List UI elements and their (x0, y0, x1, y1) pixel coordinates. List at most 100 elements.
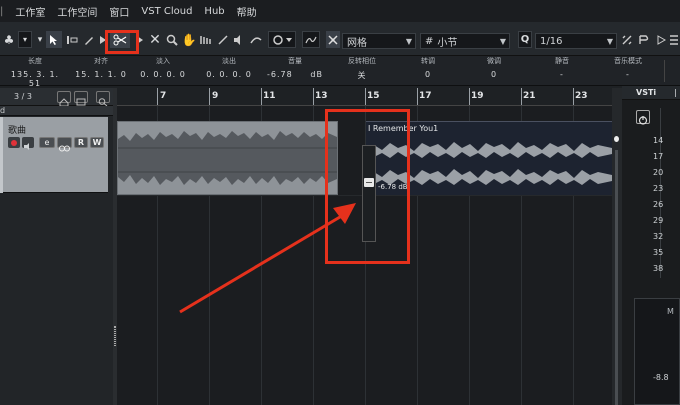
vertical-scrollbar[interactable] (612, 88, 622, 405)
divider (664, 60, 665, 82)
info-fade-in[interactable]: 淡入 0. 0. 0. 0 (132, 56, 194, 79)
spade-icon[interactable]: ♣ (2, 31, 16, 48)
menu-fragment: | (0, 5, 4, 17)
draw-tool-icon[interactable] (82, 31, 96, 48)
menu-hub[interactable]: Hub (204, 6, 224, 17)
info-label: 淡出 (222, 57, 236, 65)
quantize-apply-icon[interactable] (620, 31, 634, 48)
info-value[interactable]: 0. 0. 0. 0 (132, 70, 194, 79)
info-label: 音乐模式 (614, 57, 642, 65)
info-mute[interactable]: 静音 - (534, 56, 590, 79)
speaker-icon[interactable] (232, 31, 246, 48)
record-icon (11, 139, 17, 146)
volume-value: -6.78 (267, 70, 293, 79)
snap-toggle-icon[interactable] (326, 31, 340, 48)
ruler-label: 23 (575, 91, 588, 101)
toolbar-dropdown[interactable]: ▾ (18, 31, 32, 48)
chevron-down-icon: ▼ (499, 37, 506, 46)
color-menu-icon[interactable] (268, 31, 296, 48)
info-value[interactable]: -6.78 dB (264, 70, 326, 79)
info-finetune[interactable]: 微调 0 (466, 56, 522, 79)
link-icon[interactable] (57, 137, 72, 152)
ruler-label: 7 (160, 91, 167, 101)
info-value[interactable]: - (534, 70, 590, 79)
search-icon[interactable] (96, 91, 110, 107)
scroll-indicator[interactable] (614, 136, 619, 142)
instrument-panel: M -8.8 (634, 298, 680, 405)
info-phase[interactable]: 反转相位 关 (334, 56, 390, 81)
resize-handle[interactable] (114, 326, 116, 346)
record-enable-button[interactable] (8, 137, 20, 148)
info-snap[interactable]: 对齐 15. 1. 1. 0 (72, 56, 130, 79)
folder-fragment: d (0, 106, 6, 115)
chevron-down-icon: ▼ (405, 37, 412, 46)
erase-tool-icon[interactable]: ✕ (148, 31, 162, 48)
ruler[interactable]: 7 9 11 13 15 17 19 21 23 (117, 88, 612, 106)
ruler-label: 21 (523, 91, 536, 101)
info-line: 长度 135. 3. 1. 51 对齐 15. 1. 1. 0 淡入 0. 0.… (0, 56, 680, 88)
range-tool-icon[interactable] (64, 31, 80, 48)
track-counter: 3 / 3 (14, 92, 32, 101)
ruler-tick (417, 88, 418, 105)
info-value[interactable]: 0 (400, 70, 456, 79)
quantize-icon[interactable]: Q (518, 31, 532, 48)
play-small-icon[interactable] (654, 31, 668, 48)
info-transpose[interactable]: 转调 0 (400, 56, 456, 79)
menu-window[interactable]: 窗口 (109, 4, 129, 19)
audio-track[interactable]: 歌曲 e R W (0, 117, 108, 193)
volume-unit: dB (310, 70, 323, 79)
info-fade-out[interactable]: 淡出 0. 0. 0. 0 (198, 56, 260, 79)
select-tool-icon[interactable] (46, 31, 62, 48)
info-value[interactable]: 15. 1. 1. 0 (72, 70, 130, 79)
grid-icon: # (425, 35, 434, 47)
menu-vst-cloud[interactable]: VST Cloud (141, 6, 192, 17)
ruler-tick (313, 88, 314, 105)
level-scale: 14 17 20 23 26 29 32 35 38 (653, 108, 680, 278)
info-value[interactable]: 关 (334, 70, 390, 81)
snap-type-select[interactable]: 网格 ▼ (342, 33, 416, 49)
warp-tool-icon[interactable] (249, 31, 263, 48)
power-icon[interactable] (636, 110, 650, 125)
mute-tool-icon[interactable] (199, 31, 213, 48)
scale-label: 38 (653, 264, 664, 273)
quantize-select[interactable]: 1/16 ▼ (535, 33, 617, 49)
info-musical-mode[interactable]: 音乐模式 - (598, 56, 658, 79)
home-icon[interactable] (57, 91, 71, 107)
track-name[interactable]: 歌曲 (8, 123, 26, 136)
quantize-settings-icon[interactable] (668, 31, 680, 48)
grid-type-select[interactable]: # 小节 ▼ (420, 33, 510, 49)
hand-tool-icon[interactable]: ✋ (182, 31, 197, 48)
ruler-label: 11 (263, 91, 276, 101)
track-list: 3 / 3 d 歌曲 e R W (0, 88, 113, 405)
edit-channel-button[interactable]: e (39, 137, 55, 148)
scale-label: 17 (653, 152, 664, 161)
window-icon[interactable] (74, 91, 88, 106)
audio-event-left[interactable] (117, 121, 338, 195)
quantize-iterative-icon[interactable] (637, 31, 651, 48)
info-value[interactable]: - (598, 70, 658, 79)
info-value[interactable]: 135. 3. 1. 51 (4, 70, 66, 88)
write-automation-button[interactable]: W (90, 137, 104, 148)
tab-fragment[interactable]: | (674, 88, 677, 97)
monitor-button[interactable] (22, 137, 34, 150)
info-volume[interactable]: 音量 -6.78 dB (264, 56, 326, 79)
scroll-thumb[interactable] (615, 150, 618, 405)
line-tool-icon[interactable] (216, 31, 230, 48)
info-value[interactable]: 0 (466, 70, 522, 79)
ruler-tick (469, 88, 470, 105)
zoom-tool-icon[interactable] (165, 31, 179, 48)
tab-vsti[interactable]: VSTi (636, 88, 656, 97)
track-folder-row: d (0, 106, 113, 116)
info-label: 对齐 (94, 57, 108, 65)
info-label: 静音 (555, 57, 569, 65)
ruler-tick (521, 88, 522, 105)
autoscroll-icon[interactable] (302, 31, 320, 48)
ruler-tick (157, 88, 158, 105)
info-length[interactable]: 长度 135. 3. 1. 51 (4, 56, 66, 88)
chevron-down-icon[interactable]: ▾ (36, 31, 44, 48)
menu-studio[interactable]: 工作室 (15, 4, 45, 19)
menu-help[interactable]: 帮助 (237, 4, 257, 19)
info-value[interactable]: 0. 0. 0. 0 (198, 70, 260, 79)
read-automation-button[interactable]: R (74, 137, 88, 148)
menu-workspace[interactable]: 工作空间 (57, 4, 97, 19)
